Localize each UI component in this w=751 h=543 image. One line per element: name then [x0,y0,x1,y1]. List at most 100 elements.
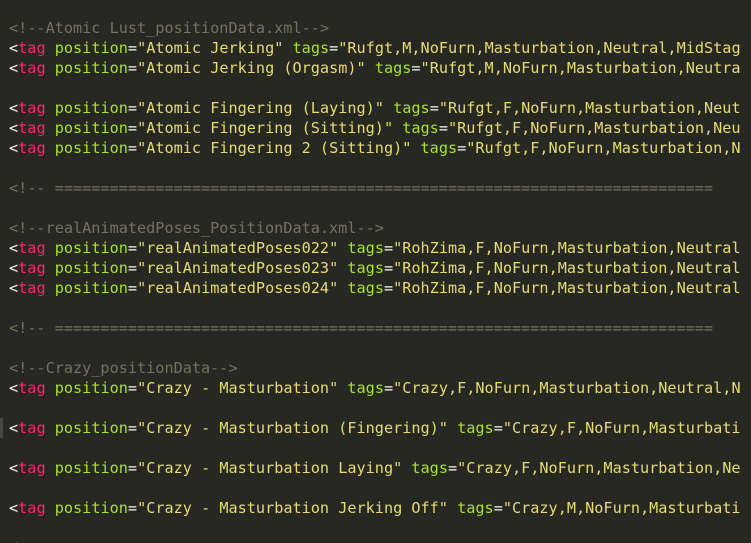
tag-open: < [9,119,19,137]
tag-name: tag [18,59,46,77]
code-line-11[interactable]: <tag position="Crazy - Masturbation Jerk… [9,498,741,518]
position-value: "Atomic Fingering (Sitting)" [137,119,394,137]
tags-value: "RohZima,F,NoFurn,Masturbation,Neutral [393,239,741,257]
equals: = [411,59,421,77]
equals: = [329,39,339,57]
equals: = [127,499,138,517]
code-line-0[interactable]: <tag position="Atomic Jerking" tags="Ruf… [9,38,741,58]
tags-value: "RohZima,F,NoFurn,Masturbation,Neutral [393,259,741,277]
attr-tags: tags [347,239,384,257]
tag-name: tag [18,499,46,517]
code-editor[interactable]: <!--Atomic Lust_positionData.xml--> <tag… [0,0,751,543]
code-line-6[interactable]: <tag position="realAnimatedPoses023" tag… [9,258,741,278]
comment-line: <!--Crazy_positionData--> [9,359,238,377]
equals: = [383,239,394,257]
equals: = [127,419,138,437]
tag-open: < [9,379,19,397]
attr-position: position [54,59,128,77]
position-value: "Atomic Fingering (Laying)" [137,99,384,117]
position-value: "Crazy - Masturbation Jerking Off" [137,499,448,517]
equals: = [493,419,503,437]
equals: = [127,119,138,137]
position-value: "Atomic Jerking" [137,39,284,57]
tags-value: "Rufgt,M,NoFurn,Masturbation,Neutra [420,59,741,77]
code-line-9[interactable]: <tag position="Crazy - Masturbation (Fin… [9,418,741,438]
equals: = [127,39,138,57]
equals: = [127,279,138,297]
attr-tags: tags [347,259,384,277]
attr-position: position [54,39,128,57]
tag-name: tag [18,39,46,57]
code-line-5[interactable]: <tag position="realAnimatedPoses022" tag… [9,238,741,258]
attr-tags: tags [411,459,448,477]
equals: = [457,139,467,157]
equals: = [127,239,138,257]
separator-comment: <!-- ===================================… [9,319,714,337]
tag-name: tag [18,379,46,397]
position-value: "realAnimatedPoses024" [137,279,339,297]
attr-position: position [54,279,128,297]
tag-open: < [9,59,19,77]
tags-value: "Rufgt,F,NoFurn,Masturbation,Neu [447,119,741,137]
equals: = [127,459,138,477]
position-value: "Atomic Jerking (Orgasm)" [137,59,366,77]
tags-value: "Crazy,M,NoFurn,Masturbati [502,499,741,517]
tag-name: tag [18,459,46,477]
attr-tags: tags [402,119,439,137]
attr-position: position [54,419,128,437]
attr-tags: tags [374,59,412,77]
code-line-2[interactable]: <tag position="Atomic Fingering (Laying)… [9,98,741,118]
code-line-3[interactable]: <tag position="Atomic Fingering (Sitting… [9,118,741,138]
equals: = [438,119,448,137]
tag-open: < [9,39,19,57]
attr-position: position [54,499,128,517]
position-value: "Crazy - Masturbation Laying" [137,459,403,477]
gutter-marker [0,418,3,438]
code-line-1[interactable]: <tag position="Atomic Jerking (Orgasm)" … [9,58,741,78]
tag-name: tag [18,419,46,437]
separator-comment: <!-- ===================================… [9,179,714,197]
attr-tags: tags [347,379,384,397]
tags-value: "Rufgt,F,NoFurn,Masturbation,N [466,139,741,157]
attr-tags: tags [292,39,330,57]
tag-name: tag [18,119,46,137]
tag-open: < [9,419,19,437]
tag-open: < [9,139,19,157]
tag-name: tag [18,139,46,157]
tag-name: tag [18,239,46,257]
comment-line: <!--realAnimatedPoses_PositionData.xml--… [9,219,384,237]
tags-value: "Crazy,F,NoFurn,Masturbati [502,419,741,437]
tag-name: tag [18,99,46,117]
attr-position: position [54,459,128,477]
equals: = [127,139,138,157]
tag-name: tag [18,279,46,297]
position-value: "realAnimatedPoses022" [137,239,339,257]
tag-open: < [9,537,18,543]
code-line-10[interactable]: <tag position="Crazy - Masturbation Layi… [9,458,741,478]
attr-position: position [54,139,128,157]
attr-tags: tags [457,419,494,437]
code-line-7[interactable]: <tag position="realAnimatedPoses024" tag… [9,278,741,298]
attr-tags: tags [420,139,458,157]
tag-open: < [9,459,19,477]
equals: = [493,499,503,517]
tag-open: < [9,99,19,117]
code-line-partial[interactable]: < [9,536,18,543]
equals: = [383,259,394,277]
position-value: "realAnimatedPoses023" [137,259,339,277]
equals: = [127,259,138,277]
tags-value: "Crazy,F,NoFurn,Masturbation,Neutral,N [393,379,741,397]
equals: = [127,59,138,77]
position-value: "Crazy - Masturbation (Fingering)" [137,419,448,437]
equals: = [383,279,394,297]
tag-open: < [9,279,19,297]
code-line-4[interactable]: <tag position="Atomic Fingering 2 (Sitti… [9,138,741,158]
equals: = [127,379,138,397]
tags-value: "RohZima,F,NoFurn,Masturbation,Neutral [393,279,741,297]
equals: = [127,99,138,117]
code-line-8[interactable]: <tag position="Crazy - Masturbation" tag… [9,378,741,398]
attr-position: position [54,379,128,397]
comment-line: <!--Atomic Lust_positionData.xml--> [9,19,330,37]
equals: = [383,379,394,397]
attr-position: position [54,239,128,257]
